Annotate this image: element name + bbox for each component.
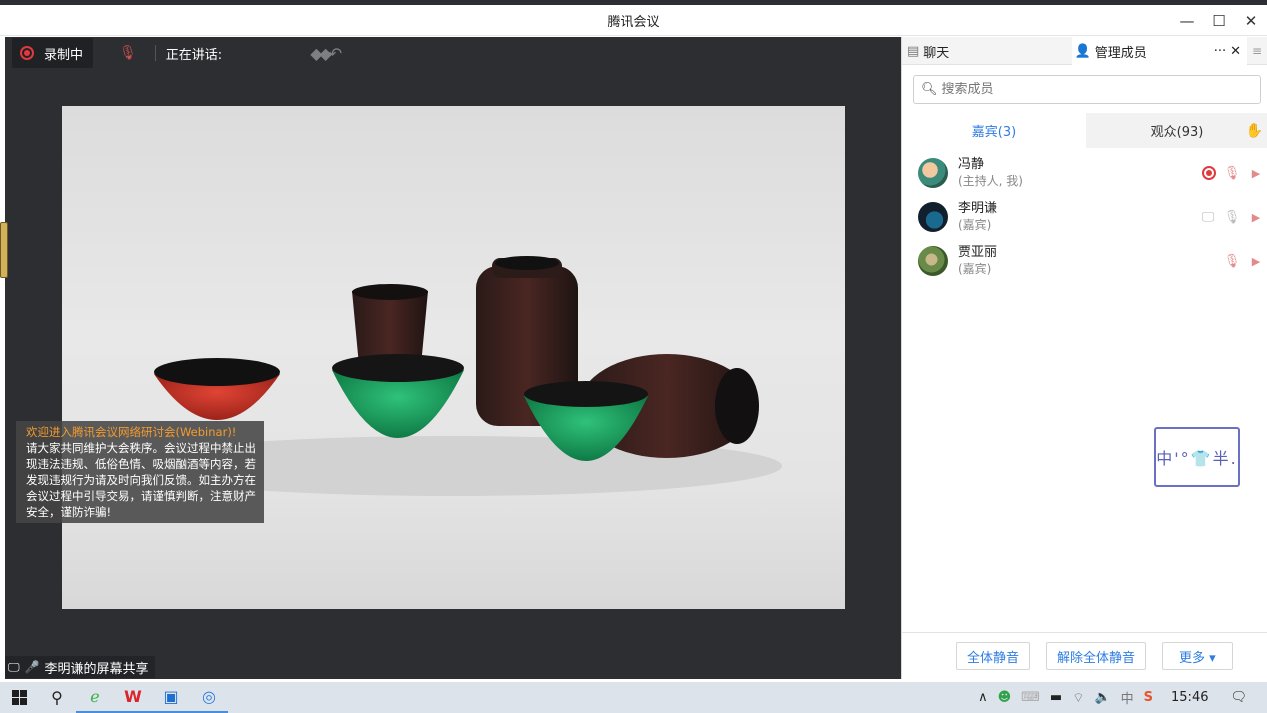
volume-icon[interactable]: 🔈 xyxy=(1094,690,1110,705)
screen-share-label: 🖵 🎤 李明谦的屏幕共享 xyxy=(5,656,155,678)
camera-off-icon[interactable]: ▶ xyxy=(1248,165,1264,181)
tab-chat[interactable]: ▤ 聊天 xyxy=(902,37,1072,65)
speaking-label: 正在讲话: xyxy=(165,47,223,63)
member-role: (主持人, 我) xyxy=(958,174,1023,188)
battery-icon[interactable]: ▬ xyxy=(1050,690,1062,705)
member-search[interactable]: 🔍︎ xyxy=(913,75,1261,104)
video-margin xyxy=(5,106,62,609)
list-item[interactable]: 李明谦 (嘉宾) 🖵 🎙 ▶ xyxy=(902,195,1267,239)
tab-guests[interactable]: 嘉宾(3) xyxy=(902,113,1086,148)
recording-indicator[interactable]: 录制中 xyxy=(12,38,94,68)
list-item[interactable]: 冯静 (主持人, 我) 🎙 ▶ xyxy=(902,151,1267,195)
tab-audience[interactable]: 观众(93) ✋ xyxy=(1086,113,1267,148)
person-icon: 👤 xyxy=(1074,43,1091,59)
ime-toolbar-widget[interactable]: 中'°👕半. xyxy=(1154,427,1240,487)
ime-indicator[interactable]: 中 xyxy=(1121,688,1134,707)
speaking-indicator: 🎙 正在讲话: ◆◆↶ xyxy=(119,43,342,63)
chevron-up-icon[interactable]: ∧ xyxy=(978,690,988,705)
input-icon[interactable]: ⌨ xyxy=(1021,690,1040,705)
app-tray-icon[interactable]: ☻ xyxy=(998,690,1012,705)
start-button[interactable] xyxy=(0,682,38,713)
title-bar: 腾讯会议 — ☐ ✕ xyxy=(0,5,1267,36)
notice-body: 请大家共同维护大会秩序。会议过程中禁止出现违法违规、低俗色情、吸烟酗酒等内容，若… xyxy=(26,441,256,519)
mic-icon: 🎤 xyxy=(24,660,40,674)
meeting-app-icon[interactable]: ◎ xyxy=(190,682,228,713)
unmute-all-button[interactable]: 解除全体静音 xyxy=(1046,642,1147,670)
share-owner-label: 李明谦的屏幕共享 xyxy=(44,661,149,677)
notification-icon[interactable]: 🗨 xyxy=(1230,690,1247,705)
notice-headline: 欢迎进入腾讯会议网络研讨会(Webinar)! xyxy=(26,425,237,439)
browser-icon[interactable]: ℯ xyxy=(76,682,114,713)
list-item[interactable]: 贾亚丽 (嘉宾) 🎙 ▶ xyxy=(902,239,1267,283)
mute-all-button[interactable]: 全体静音 xyxy=(956,642,1031,670)
window-title: 腾讯会议 xyxy=(607,14,660,30)
search-icon[interactable]: ⚲ xyxy=(38,682,76,713)
member-name: 李明谦 xyxy=(958,201,998,216)
panel-tabs: ▤ 聊天 👤 管理成员 ··· ✕ ≡ xyxy=(902,37,1267,65)
recording-label: 录制中 xyxy=(44,47,84,63)
webinar-notice: 欢迎进入腾讯会议网络研讨会(Webinar)! 请大家共同维护大会秩序。会议过程… xyxy=(16,421,264,523)
minimize-button[interactable]: — xyxy=(1171,5,1203,36)
mic-icon[interactable]: 🎙 xyxy=(1224,209,1241,225)
raise-hand-icon[interactable]: ✋ xyxy=(1246,123,1263,139)
shared-screen-image xyxy=(62,106,845,609)
sogou-icon[interactable]: S xyxy=(1144,690,1153,705)
avatar xyxy=(918,202,948,232)
divider xyxy=(154,45,156,61)
system-tray: ∧ ☻ ⌨ ▬ ⌔ 🔈 中 S 15:46 🗨 xyxy=(978,682,1267,713)
tab-manage-members[interactable]: 👤 管理成员 ··· ✕ xyxy=(1071,37,1248,65)
search-input[interactable] xyxy=(941,82,1242,97)
window-controls: — ☐ ✕ xyxy=(1171,5,1267,36)
video-top-bar: 录制中 🎙 正在讲话: ◆◆↶ xyxy=(12,38,342,68)
tab-members-label: 管理成员 xyxy=(1094,45,1147,61)
avatar xyxy=(918,246,948,276)
ceramics-photo xyxy=(122,256,782,496)
chat-icon: ▤ xyxy=(907,43,920,59)
member-name: 贾亚丽 xyxy=(958,245,998,260)
drag-handle[interactable] xyxy=(0,222,8,278)
member-list: 冯静 (主持人, 我) 🎙 ▶ 李明谦 (嘉宾) 🖵 🎙 ▶ 贾亚丽 (嘉宾) … xyxy=(902,151,1267,283)
screen-share-icon: 🖵 xyxy=(1201,209,1215,225)
panel-footer: 全体静音 解除全体静音 更多 ▾ xyxy=(902,632,1267,679)
mic-muted-icon[interactable]: 🎙 xyxy=(1224,253,1241,269)
clock[interactable]: 15:46 xyxy=(1171,690,1208,705)
record-icon xyxy=(1202,166,1216,180)
mic-muted-icon: 🎙 xyxy=(119,45,137,61)
member-type-tabs: 嘉宾(3) 观众(93) ✋ xyxy=(902,113,1267,148)
member-name: 冯静 xyxy=(958,157,985,172)
close-tab-icon[interactable]: ✕ xyxy=(1230,44,1241,59)
windows-icon xyxy=(11,690,27,705)
more-icon[interactable]: ··· xyxy=(1214,44,1226,59)
maximize-button[interactable]: ☐ xyxy=(1203,5,1235,36)
speaker-watermark-icon: ◆◆↶ xyxy=(310,43,342,63)
member-panel: ▤ 聊天 👤 管理成员 ··· ✕ ≡ 🔍︎ 嘉宾(3) 观众(93) ✋ 冯静 xyxy=(901,37,1267,679)
camera-off-icon[interactable]: ▶ xyxy=(1248,253,1264,269)
mic-muted-icon[interactable]: 🎙 xyxy=(1224,165,1241,181)
wps-icon[interactable]: W xyxy=(114,682,152,713)
screen-share-icon: 🖵 xyxy=(8,659,20,674)
panel-menu-icon[interactable]: ≡ xyxy=(1247,37,1267,65)
record-icon xyxy=(20,46,34,60)
tab-audience-label: 观众(93) xyxy=(1150,125,1204,140)
close-button[interactable]: ✕ xyxy=(1235,5,1267,36)
tab-chat-label: 聊天 xyxy=(923,45,950,61)
member-role: (嘉宾) xyxy=(958,218,992,232)
avatar xyxy=(918,158,948,188)
member-role: (嘉宾) xyxy=(958,262,992,276)
wifi-icon[interactable]: ⌔ xyxy=(1072,690,1084,706)
more-button[interactable]: 更多 ▾ xyxy=(1162,642,1233,670)
search-icon: 🔍︎ xyxy=(921,82,938,97)
taskbar: ⚲ ℯ W ▣ ◎ ∧ ☻ ⌨ ▬ ⌔ 🔈 中 S 15:46 🗨 xyxy=(0,682,1267,713)
photos-icon[interactable]: ▣ xyxy=(152,682,190,713)
camera-off-icon[interactable]: ▶ xyxy=(1248,209,1264,225)
